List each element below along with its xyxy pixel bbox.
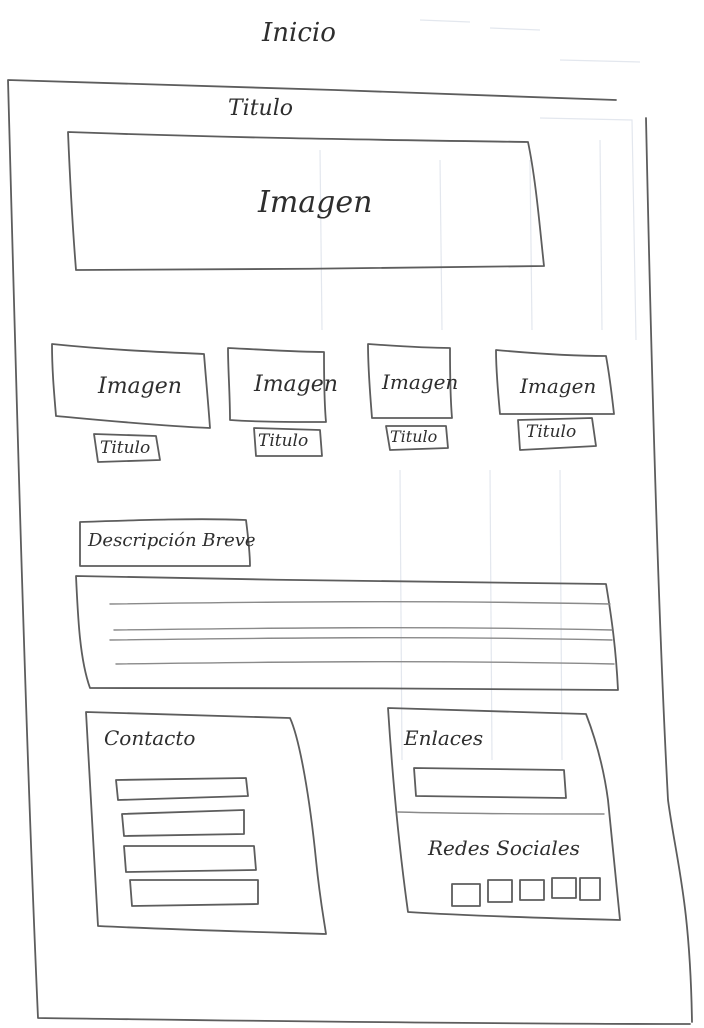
social-label: Redes Sociales (428, 836, 580, 860)
social-icon-4[interactable] (552, 878, 576, 898)
contact-label: Contacto (104, 726, 196, 750)
social-icon-1[interactable] (452, 884, 480, 906)
contact-input-2[interactable] (124, 812, 244, 834)
hero-image[interactable] (70, 136, 540, 266)
description-line-1 (109, 600, 611, 605)
gallery-image-3[interactable] (370, 346, 450, 416)
page-title: Inicio (262, 18, 336, 48)
header-title: Titulo (228, 96, 294, 121)
gallery-image-4[interactable] (498, 354, 612, 412)
contact-input-1[interactable] (118, 780, 246, 798)
gallery-title-link-3[interactable] (388, 428, 446, 448)
social-icon-5[interactable] (580, 878, 600, 900)
description-box (75, 575, 619, 691)
gallery-image-2[interactable] (230, 350, 324, 420)
links-label: Enlaces (404, 726, 484, 750)
description-line-3 (109, 636, 613, 641)
contact-input-3[interactable] (126, 848, 254, 870)
contact-input-4[interactable] (132, 882, 258, 904)
description-line-2 (113, 626, 613, 631)
gallery-title-link-4[interactable] (520, 420, 594, 446)
description-line-4 (115, 660, 615, 665)
social-icon-3[interactable] (520, 880, 544, 900)
links-input[interactable] (416, 770, 564, 796)
gallery-title-link-2[interactable] (256, 430, 320, 454)
gallery-image-1[interactable] (54, 348, 206, 418)
gallery-title-link-1[interactable] (96, 436, 158, 460)
description-label: Descripción Breve (88, 530, 256, 551)
social-icon-2[interactable] (488, 880, 512, 902)
links-divider (397, 811, 605, 815)
